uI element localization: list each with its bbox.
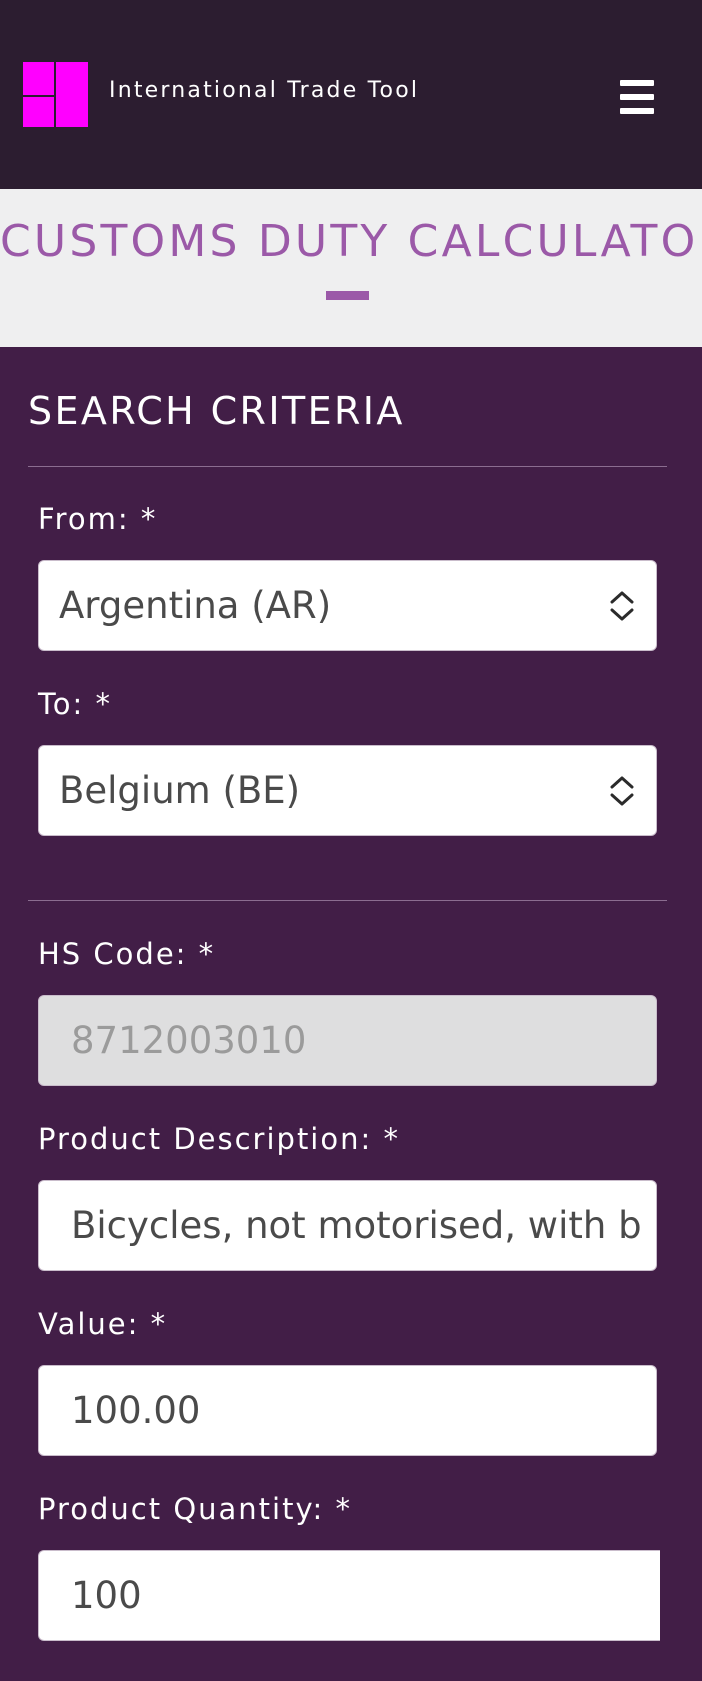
to-country-value: Belgium (BE) [59,769,301,812]
page-title-band: CUSTOMS DUTY CALCULATOR [0,189,702,347]
to-country-select[interactable]: Belgium (BE) [38,745,657,836]
section-divider [28,466,667,467]
from-country-value: Argentina (AR) [59,584,332,627]
product-description-field[interactable]: Bicycles, not motorised, with b [38,1180,657,1271]
value-label: Value: * [38,1307,168,1341]
from-country-select[interactable]: Argentina (AR) [38,560,657,651]
product-quantity-label: Product Quantity: * [38,1492,353,1526]
page-title: CUSTOMS DUTY CALCULATOR [0,216,702,267]
product-quantity-field[interactable]: 100 [38,1550,660,1641]
value-field[interactable]: 100.00 [38,1365,657,1456]
app-header: International Trade Tool [0,0,702,189]
to-label: To: * [38,687,113,721]
hs-code-field: 8712003010 [38,995,657,1086]
product-description-label: Product Description: * [38,1122,400,1156]
hs-code-value: 8712003010 [71,1019,307,1062]
hamburger-menu-icon[interactable] [618,80,656,114]
section-title: SEARCH CRITERIA [28,389,405,433]
section-divider [28,900,667,901]
product-quantity-value: 100 [71,1574,142,1617]
app-logo-icon[interactable] [23,62,88,127]
value-field-value: 100.00 [71,1389,201,1432]
select-chevron-icon [610,591,634,621]
product-description-value: Bicycles, not motorised, with b [71,1204,642,1247]
from-label: From: * [38,502,158,536]
app-brand-name[interactable]: International Trade Tool [109,78,419,103]
select-chevron-icon [610,776,634,806]
title-underline [326,291,369,300]
hs-code-label: HS Code: * [38,937,216,971]
